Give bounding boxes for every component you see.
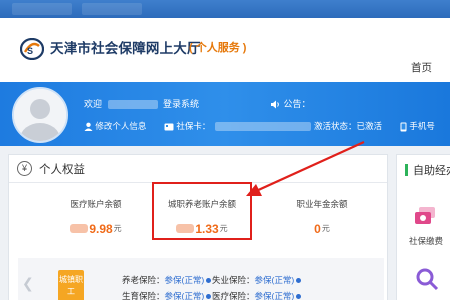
masked-card-number — [214, 122, 311, 132]
insurance-status: 参保(正常) — [254, 275, 295, 285]
money-icon[interactable] — [413, 205, 437, 227]
status-dot-icon — [206, 294, 212, 300]
annuity-balance[interactable]: 职业年金余额 0元 — [272, 198, 372, 238]
notice[interactable]: 公告： — [270, 97, 311, 110]
edit-profile-label: 修改个人信息 — [95, 121, 147, 131]
phone-icon — [400, 122, 407, 132]
status-dot-icon — [206, 278, 212, 284]
insurance-item: 失业保险：参保(正常) — [212, 274, 302, 286]
social-card: 社保卡： — [164, 120, 311, 132]
logo-icon: S — [20, 38, 44, 60]
social-pay-label[interactable]: 社保缴费 — [409, 235, 443, 247]
balance-unit: 元 — [113, 224, 122, 234]
site-title: 天津市社会保障网上大厅 — [50, 41, 201, 56]
site-subtitle: ( 个人服务 ) — [189, 42, 247, 54]
phone-label: 手机号 — [409, 121, 435, 131]
insurance-summary: ❮ 城镇职工 养老保险：参保(正常) 失业保险：参保(正常) 生育保险：参保(正… — [18, 258, 384, 300]
insurance-item: 医疗保险：参保(正常) — [212, 290, 302, 300]
site-header: S 天津市社会保障网上大厅 ( 个人服务 ) 首页 — [0, 18, 450, 82]
insurance-name: 生育保险： — [122, 291, 165, 300]
svg-text:S: S — [27, 46, 33, 56]
user-info-bar: 欢迎 登录系统 公告： 修改个人信息 社保卡： 激活状态：已激活 手机号 — [0, 82, 450, 146]
balance-amount: 0 — [314, 221, 321, 236]
balance-amount: 9.98 — [89, 221, 113, 236]
insurance-item: 生育保险：参保(正常) — [122, 290, 212, 300]
self-service-title: 自助经办 — [413, 165, 450, 177]
insurance-name: 失业保险： — [212, 275, 255, 285]
top-tab[interactable] — [12, 3, 72, 15]
masked-name — [107, 100, 158, 110]
balance-label: 医疗账户余额 — [70, 199, 122, 209]
panel-title: 个人权益 — [39, 164, 85, 176]
prev-arrow-icon[interactable]: ❮ — [22, 275, 34, 292]
search-icon[interactable] — [415, 267, 439, 291]
insurance-name: 医疗保险： — [212, 291, 255, 300]
edit-profile-link[interactable]: 修改个人信息 — [84, 120, 146, 132]
insurance-status: 参保(正常) — [164, 291, 205, 300]
notice-label: 公告： — [283, 99, 311, 109]
home-link[interactable]: 首页 — [411, 60, 432, 75]
red-arrow-annotation — [246, 140, 365, 196]
welcome-prefix: 欢迎 — [84, 99, 103, 109]
top-nav-bar — [0, 0, 450, 18]
medical-balance[interactable]: 医疗账户余额 9.98元 — [46, 198, 146, 238]
welcome-text: 欢迎 登录系统 — [84, 97, 199, 110]
masked-amount — [70, 224, 89, 234]
category-badge: 城镇职工 — [58, 270, 84, 300]
insurance-status: 参保(正常) — [254, 291, 295, 300]
user-silhouette-icon — [14, 89, 66, 141]
id-card-icon — [164, 123, 174, 131]
insurance-item: 养老保险：参保(正常) — [122, 274, 212, 286]
welcome-suffix: 登录系统 — [163, 99, 200, 109]
highlight-box — [152, 182, 252, 240]
status-dot-icon — [296, 294, 302, 300]
insurance-status: 参保(正常) — [164, 275, 205, 285]
social-card-label: 社保卡： — [176, 121, 211, 131]
top-tab[interactable] — [82, 3, 142, 15]
self-service-panel: 自助经办 社保缴费 — [396, 154, 450, 300]
insurance-name: 养老保险： — [122, 275, 165, 285]
phone-link[interactable]: 手机号 — [400, 120, 435, 132]
yen-icon: ¥ — [17, 161, 32, 176]
user-edit-icon — [84, 122, 93, 132]
accent-bar — [405, 164, 408, 176]
speaker-icon — [271, 100, 279, 109]
avatar — [12, 87, 68, 143]
balance-unit: 元 — [321, 224, 330, 234]
status-dot-icon — [296, 278, 302, 284]
activation-status: 激活状态：已激活 — [314, 121, 383, 131]
